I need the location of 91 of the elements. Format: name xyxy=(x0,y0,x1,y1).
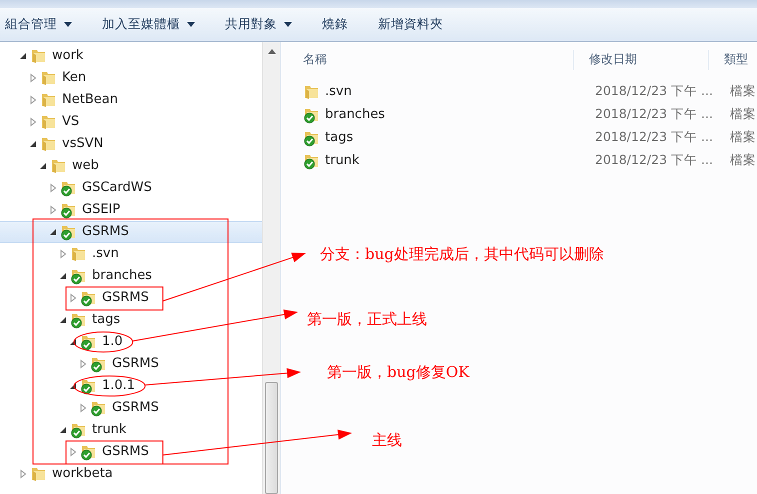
modified-date: 2018/12/23 下午 ... xyxy=(595,152,713,167)
tree-item[interactable]: NetBean xyxy=(0,89,262,111)
folder-icon xyxy=(40,135,58,153)
column-header[interactable]: 類型 xyxy=(708,50,748,70)
annotation-text: 分支：bug处理完成后，其中代码可以删除 xyxy=(320,244,604,265)
tree-item[interactable]: 1.0 xyxy=(0,331,262,353)
collapse-arrow-icon[interactable] xyxy=(68,381,78,391)
file-type: 檔案 xyxy=(730,151,756,170)
svn-folder-icon xyxy=(60,201,78,219)
svn-folder-icon xyxy=(70,267,88,285)
tree-item[interactable]: web xyxy=(0,155,262,177)
annotation-text: 第一版，正式上线 xyxy=(307,309,427,330)
tree-item[interactable]: GSRMS xyxy=(0,287,262,309)
annotation-text: 主线 xyxy=(372,430,402,451)
svn-folder-icon xyxy=(80,443,98,461)
expand-arrow-icon[interactable] xyxy=(68,293,78,303)
file-name: .svn xyxy=(325,82,352,101)
expand-arrow-icon[interactable] xyxy=(48,205,58,215)
tree-item[interactable]: 1.0.1 xyxy=(0,375,262,397)
file-name: trunk xyxy=(325,152,360,170)
collapse-arrow-icon[interactable] xyxy=(48,227,58,237)
collapse-arrow-icon[interactable] xyxy=(28,139,38,149)
annotation-text: 第一版，bug修复OK xyxy=(327,362,470,383)
expand-arrow-icon[interactable] xyxy=(48,183,58,193)
expand-arrow-icon[interactable] xyxy=(28,95,38,105)
toolbar-button[interactable]: 加入至媒體櫃 xyxy=(102,15,215,34)
svn-folder-icon xyxy=(60,179,78,197)
tree-item[interactable]: GSEIP xyxy=(0,199,262,221)
tree-item[interactable]: vsSVN xyxy=(0,133,262,155)
folder-icon xyxy=(30,47,48,65)
tree-item[interactable]: Ken xyxy=(0,67,262,89)
collapse-arrow-icon[interactable] xyxy=(18,51,28,61)
collapse-arrow-icon[interactable] xyxy=(58,271,68,281)
file-row[interactable]: .svn 2018/12/23 下午 ... 檔案 xyxy=(281,80,757,103)
file-row[interactable]: trunk 2018/12/23 下午 ... 檔案 xyxy=(281,149,757,172)
toolbar-button[interactable]: 共用對象 xyxy=(225,15,312,34)
file-type: 檔案 xyxy=(730,128,756,146)
svn-folder-icon xyxy=(80,377,98,395)
folder-icon xyxy=(70,245,88,263)
svn-folder-icon xyxy=(60,223,78,241)
collapse-arrow-icon[interactable] xyxy=(58,425,68,435)
collapse-arrow-icon[interactable] xyxy=(38,161,48,171)
folder-icon xyxy=(50,157,68,175)
modified-date: 2018/12/23 下午 ... xyxy=(595,128,713,144)
file-name: branches xyxy=(325,106,385,124)
toolbar-button[interactable]: 燒錄 xyxy=(322,15,368,34)
expand-arrow-icon[interactable] xyxy=(68,447,78,457)
svn-folder-icon xyxy=(90,399,108,417)
svn-folder-icon xyxy=(90,355,108,373)
expand-arrow-icon[interactable] xyxy=(18,469,28,479)
toolbar-button[interactable]: 新增資料夾 xyxy=(378,15,463,34)
tree-item[interactable]: trunk xyxy=(0,419,262,441)
modified-date: 2018/12/23 下午 ... xyxy=(595,82,713,98)
file-row[interactable]: branches 2018/12/23 下午 ... 檔案 xyxy=(281,103,757,126)
column-header[interactable]: 修改日期 xyxy=(573,50,708,70)
column-header[interactable]: 名稱 xyxy=(281,50,573,70)
svn-folder-icon xyxy=(70,421,88,439)
tree-item[interactable]: .svn xyxy=(0,243,262,265)
tree-item[interactable]: GSCardWS xyxy=(0,177,262,199)
tree-item[interactable]: GSRMS xyxy=(0,221,262,243)
file-type: 檔案 xyxy=(730,82,756,100)
tree-item[interactable]: work xyxy=(0,45,262,67)
tree-item[interactable]: GSRMS xyxy=(0,353,262,375)
svn-folder-icon xyxy=(80,333,98,351)
tree-item[interactable]: VS xyxy=(0,111,262,133)
scrollbar[interactable] xyxy=(262,42,280,494)
file-type: 檔案 xyxy=(730,105,756,124)
toolbar-button[interactable]: 組合管理 xyxy=(5,15,92,34)
folder-icon xyxy=(40,91,58,109)
expand-arrow-icon[interactable] xyxy=(78,359,88,369)
tree-item[interactable]: tags xyxy=(0,309,262,331)
collapse-arrow-icon[interactable] xyxy=(58,315,68,325)
tree-item[interactable]: workbeta xyxy=(0,463,262,485)
collapse-arrow-icon[interactable] xyxy=(68,337,78,347)
scroll-thumb[interactable] xyxy=(265,382,278,494)
tree-item[interactable]: branches xyxy=(0,265,262,287)
expand-arrow-icon[interactable] xyxy=(78,403,88,413)
svn-folder-icon xyxy=(70,311,88,329)
scroll-up-icon[interactable] xyxy=(268,48,276,54)
folder-icon xyxy=(30,465,48,483)
folder-icon xyxy=(40,69,58,87)
expand-arrow-icon[interactable] xyxy=(28,117,38,127)
expand-arrow-icon[interactable] xyxy=(58,249,68,259)
expand-arrow-icon[interactable] xyxy=(28,73,38,83)
folder-icon xyxy=(40,113,58,131)
file-row[interactable]: tags 2018/12/23 下午 ... 檔案 xyxy=(281,126,757,149)
modified-date: 2018/12/23 下午 ... xyxy=(595,106,713,121)
tree-item[interactable]: GSRMS xyxy=(0,397,262,419)
svn-folder-icon xyxy=(80,289,98,307)
file-name: tags xyxy=(325,128,354,147)
tree-item[interactable]: GSRMS xyxy=(0,441,262,463)
